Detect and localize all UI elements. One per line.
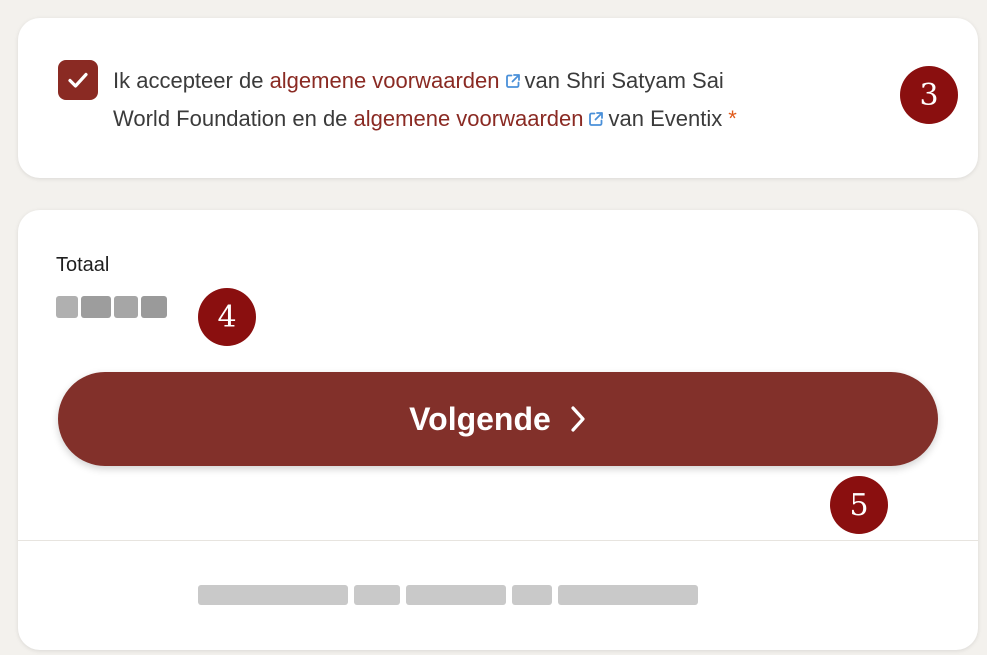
next-button[interactable]: Volgende bbox=[58, 372, 938, 466]
annotation-badge-5: 5 bbox=[830, 476, 888, 534]
annotation-badge-3: 3 bbox=[900, 66, 958, 124]
terms-checkbox[interactable] bbox=[58, 60, 98, 100]
checkmark-icon bbox=[68, 72, 88, 88]
annotation-badge-4: 4 bbox=[198, 288, 256, 346]
terms-middle2: World Foundation en de bbox=[113, 106, 348, 131]
required-marker: * bbox=[728, 106, 737, 131]
total-amount-redacted bbox=[56, 290, 190, 324]
terms-suffix: van Eventix bbox=[608, 106, 723, 131]
terms-link-eventix[interactable]: algemene voorwaarden bbox=[354, 106, 584, 131]
terms-prefix: Ik accepteer de bbox=[113, 68, 264, 93]
external-link-icon[interactable] bbox=[587, 110, 605, 128]
powered-by-redacted bbox=[198, 582, 798, 608]
chevron-right-icon bbox=[571, 406, 585, 432]
terms-text: Ik accepteer de algemene voorwaarden van… bbox=[113, 62, 893, 138]
total-card: Totaal Volgende bbox=[18, 210, 978, 650]
total-label: Totaal bbox=[56, 254, 110, 276]
terms-link-organizer[interactable]: algemene voorwaarden bbox=[270, 68, 500, 93]
external-link-icon[interactable] bbox=[504, 72, 522, 90]
terms-middle1: van Shri Satyam Sai bbox=[524, 68, 724, 93]
terms-card: Ik accepteer de algemene voorwaarden van… bbox=[18, 18, 978, 178]
footer-divider bbox=[18, 540, 978, 541]
next-button-label: Volgende bbox=[409, 400, 551, 437]
